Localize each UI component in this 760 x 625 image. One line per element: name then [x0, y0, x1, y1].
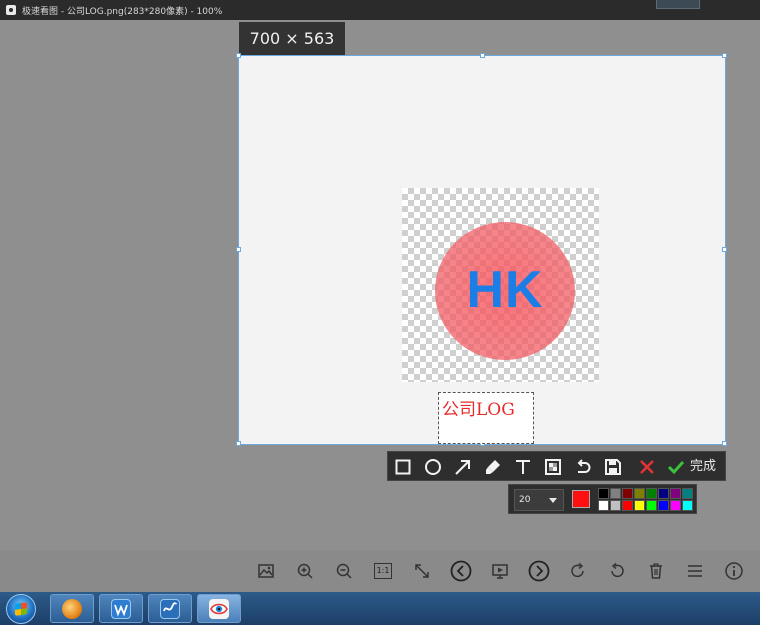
annotation-properties-bar: 20 [508, 484, 697, 514]
color-swatch[interactable] [610, 500, 621, 511]
color-swatch[interactable] [646, 488, 657, 499]
color-swatch[interactable] [610, 488, 621, 499]
previous-icon[interactable] [450, 560, 472, 582]
title-bar: 极速看图 - 公司LOG.png(283*280像素) - 100% [0, 0, 760, 20]
done-button[interactable]: 完成 [690, 456, 716, 478]
taskbar-app[interactable] [148, 594, 192, 623]
marker-icon[interactable] [482, 456, 504, 478]
edit-toolbar: 完成 [387, 451, 726, 481]
slideshow-icon[interactable] [489, 560, 511, 582]
text-annotation-box[interactable]: 公司LOG [438, 392, 534, 444]
mosaic-icon[interactable] [542, 456, 564, 478]
color-swatch[interactable] [622, 488, 633, 499]
start-button[interactable] [6, 594, 36, 624]
undo-icon[interactable] [572, 456, 594, 478]
rotate-left-icon[interactable] [606, 560, 628, 582]
color-swatch[interactable] [622, 500, 633, 511]
color-swatch[interactable] [634, 500, 645, 511]
resize-handle-w[interactable] [236, 247, 241, 252]
fit-window-icon[interactable] [411, 560, 433, 582]
zoom-in-icon[interactable] [294, 560, 316, 582]
app-logo-icon [6, 5, 16, 15]
arrow-icon[interactable] [452, 456, 474, 478]
actual-size-label: 1:1 [374, 563, 392, 579]
rotate-right-icon[interactable] [567, 560, 589, 582]
color-swatch[interactable] [598, 500, 609, 511]
logo-text: HK [466, 261, 544, 319]
image-viewer-icon [209, 599, 229, 619]
color-swatch[interactable] [670, 488, 681, 499]
actual-size-icon[interactable]: 1:1 [372, 560, 394, 582]
color-swatch[interactable] [598, 488, 609, 499]
image-icon[interactable] [255, 560, 277, 582]
resize-handle-sw[interactable] [236, 441, 241, 446]
save-icon[interactable] [602, 456, 624, 478]
color-swatch[interactable] [658, 488, 669, 499]
color-swatch[interactable] [682, 500, 693, 511]
app-icon [160, 599, 180, 619]
resize-handle-n[interactable] [480, 53, 485, 58]
rectangle-icon[interactable] [392, 456, 414, 478]
font-size-select[interactable]: 20 [514, 489, 564, 511]
color-swatch[interactable] [670, 500, 681, 511]
windows-logo-icon [15, 602, 27, 616]
resize-handle-nw[interactable] [236, 53, 241, 58]
zoom-out-icon[interactable] [333, 560, 355, 582]
menu-icon[interactable] [684, 560, 706, 582]
delete-icon[interactable] [645, 560, 667, 582]
resize-handle-ne[interactable] [722, 53, 727, 58]
color-swatch[interactable] [646, 500, 657, 511]
cancel-icon[interactable] [636, 456, 658, 478]
text-annotation[interactable]: 公司LOG [442, 395, 515, 420]
info-icon[interactable] [723, 560, 745, 582]
wps-writer-icon [111, 599, 131, 619]
selection-size-badge: 700 × 563 [239, 22, 345, 56]
next-icon[interactable] [528, 560, 550, 582]
resize-handle-se[interactable] [722, 441, 727, 446]
taskbar-image-viewer[interactable] [197, 594, 241, 623]
color-swatch[interactable] [682, 488, 693, 499]
color-swatch[interactable] [634, 488, 645, 499]
taskbar-browser[interactable] [50, 594, 94, 623]
current-color-swatch[interactable] [572, 490, 590, 508]
window-title: 极速看图 - 公司LOG.png(283*280像素) - 100% [22, 7, 223, 17]
browser-icon [62, 599, 82, 619]
chevron-down-icon [549, 498, 557, 503]
color-palette [598, 488, 693, 511]
window-control-button[interactable] [656, 0, 700, 9]
ellipse-icon[interactable] [422, 456, 444, 478]
resize-handle-e[interactable] [722, 247, 727, 252]
text-icon[interactable] [512, 456, 534, 478]
taskbar-wps-writer[interactable] [99, 594, 143, 623]
color-swatch[interactable] [658, 500, 669, 511]
confirm-icon[interactable] [665, 456, 687, 478]
font-size-value: 20 [519, 495, 531, 505]
